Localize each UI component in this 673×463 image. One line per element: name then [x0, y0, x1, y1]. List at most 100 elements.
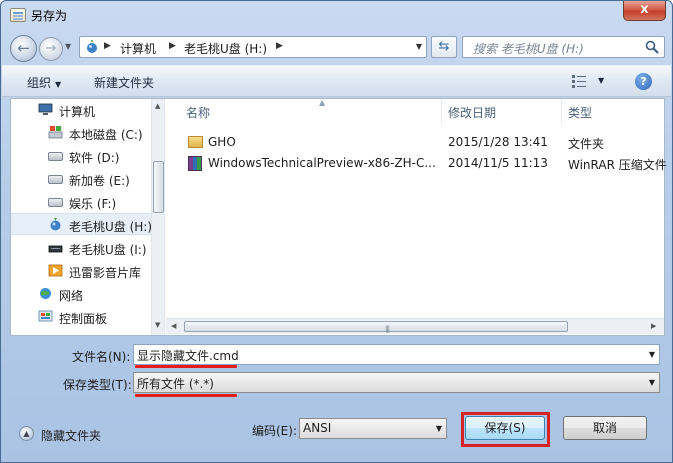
file-name: WindowsTechnicalPreview-x86-ZH-C...	[208, 156, 436, 170]
save-as-dialog: 另存为 x ← → ▼ ▶ 计算机 ▶ 老毛桃U盘 (H:) ▶ ▼ ⇆ 搜索 …	[0, 0, 673, 463]
winrar-archive-icon	[188, 156, 202, 171]
sidebar-item-control-panel[interactable]: 控制面板	[11, 306, 151, 328]
search-input[interactable]: 搜索 老毛桃U盘 (H:)	[462, 36, 665, 58]
sidebar-item-drive-h[interactable]: 老毛桃U盘 (H:)	[11, 213, 153, 235]
scroll-left-icon[interactable]: ◀	[171, 322, 176, 330]
media-library-icon	[48, 264, 63, 277]
chevron-down-icon: ▼	[648, 378, 655, 387]
network-icon	[40, 288, 51, 299]
file-row[interactable]: WindowsTechnicalPreview-x86-ZH-C... 2014…	[166, 153, 667, 174]
scrollbar-thumb[interactable]: |||	[184, 321, 568, 333]
file-name: GHO	[208, 135, 236, 149]
sidebar-item-drive-d[interactable]: 软件 (D:)	[11, 145, 151, 167]
title-bar: 另存为 x	[1, 1, 672, 29]
drive-icon	[48, 175, 63, 184]
highlight-underline	[135, 394, 237, 397]
file-list-scrollbar[interactable]: ◀ ||| ▶	[166, 318, 664, 334]
new-folder-button[interactable]: 新建文件夹	[94, 74, 154, 91]
folder-icon	[188, 136, 203, 148]
sidebar-item-drive-c[interactable]: 本地磁盘 (C:)	[11, 122, 151, 144]
highlight-underline	[135, 365, 237, 368]
sidebar-item-label: 控制面板	[59, 312, 108, 326]
filename-value: 显示隐藏文件.cmd	[137, 349, 239, 363]
filename-input[interactable]: 显示隐藏文件.cmd ▼	[133, 344, 660, 365]
chevron-down-icon: ▼	[435, 424, 442, 433]
scrollbar-thumb[interactable]	[153, 161, 164, 213]
address-bar[interactable]: ▶ 计算机 ▶ 老毛桃U盘 (H:) ▶ ▼	[79, 36, 427, 58]
encoding-select[interactable]: ANSI ▼	[299, 418, 447, 439]
usb-drive-icon	[48, 245, 63, 253]
sidebar-item-label: 计算机	[59, 105, 96, 119]
control-panel-icon	[38, 310, 53, 322]
sidebar-item-label: 迅雷影音片库	[69, 266, 142, 280]
chevron-down-icon: ▼	[55, 80, 62, 89]
file-date: 2015/1/28 13:41	[448, 135, 548, 149]
sidebar-item-label: 老毛桃U盘 (H:)	[69, 220, 153, 234]
column-header-date[interactable]: 修改日期	[442, 99, 562, 123]
sort-ascending-icon: ▲	[319, 98, 326, 107]
drive-icon	[48, 152, 63, 161]
filename-label: 文件名(N):	[72, 350, 131, 364]
notepad-icon	[10, 8, 26, 22]
save-button[interactable]: 保存(S)	[465, 416, 545, 440]
usb-drive-icon	[87, 40, 97, 53]
chevron-down-icon[interactable]: ▼	[598, 76, 604, 85]
breadcrumb-usb-drive[interactable]: 老毛桃U盘 (H:)	[184, 40, 267, 57]
scroll-down-icon[interactable]: ▼	[155, 321, 160, 329]
sidebar-item-drive-i[interactable]: 老毛桃U盘 (I:)	[11, 237, 151, 259]
drive-icon	[48, 198, 63, 207]
forward-arrow-icon: →	[45, 41, 57, 56]
file-row[interactable]: GHO 2015/1/28 13:41 文件夹	[166, 132, 664, 153]
breadcrumb-computer[interactable]: 计算机	[120, 40, 156, 57]
cancel-button[interactable]: 取消	[563, 416, 647, 440]
back-arrow-icon: ←	[17, 39, 30, 57]
search-placeholder: 搜索 老毛桃U盘 (H:)	[473, 42, 584, 56]
file-date: 2014/11/5 11:13	[448, 156, 548, 170]
filetype-value: 所有文件 (*.*)	[137, 377, 214, 391]
scroll-up-icon[interactable]: ▲	[155, 102, 160, 110]
recent-locations-dropdown-icon[interactable]: ▼	[65, 42, 71, 51]
file-type: 文件夹	[568, 137, 605, 151]
help-icon[interactable]: ?	[635, 73, 652, 90]
refresh-icon: ⇆	[438, 39, 450, 54]
hide-folders-label: 隐藏文件夹	[41, 429, 102, 443]
sidebar-item-label: 网络	[59, 289, 84, 303]
chevron-down-icon[interactable]: ▼	[416, 42, 422, 51]
chevron-right-icon[interactable]: ▶	[169, 41, 176, 51]
refresh-button[interactable]: ⇆	[431, 36, 457, 58]
computer-icon	[38, 103, 53, 115]
column-header-type[interactable]: 类型	[562, 99, 664, 123]
close-button[interactable]: x	[623, 1, 666, 21]
navigation-scrollbar[interactable]: ▲ ▼	[151, 99, 164, 335]
back-button[interactable]: ←	[10, 35, 37, 62]
command-bar: 组织 ▼ 新建文件夹 ▼ ?	[2, 65, 671, 97]
filetype-select[interactable]: 所有文件 (*.*) ▼	[133, 372, 660, 393]
view-options-icon[interactable]	[571, 74, 587, 88]
scroll-right-icon[interactable]: ▶	[651, 322, 656, 330]
sidebar-item-drive-f[interactable]: 娱乐 (F:)	[11, 191, 151, 213]
navigation-pane: 计算机 本地磁盘 (C:) 软件 (D:) 新加卷 (E:) 娱乐 (F:) 老…	[11, 99, 165, 335]
organize-label: 组织	[27, 76, 52, 90]
encoding-label: 编码(E):	[252, 424, 297, 438]
sidebar-item-computer[interactable]: 计算机	[11, 99, 151, 121]
chevron-down-icon[interactable]: ▼	[649, 350, 655, 359]
usb-drive-icon	[50, 218, 61, 231]
chevron-right-icon[interactable]: ▶	[104, 41, 111, 51]
file-type: WinRAR 压缩文件	[568, 158, 667, 172]
grip-icon: |||	[385, 325, 390, 333]
system-drive-icon	[48, 126, 63, 139]
filetype-label: 保存类型(T):	[63, 378, 132, 392]
encoding-value: ANSI	[303, 421, 332, 435]
sidebar-item-label: 娱乐 (F:)	[69, 197, 117, 211]
sidebar-item-label: 本地磁盘 (C:)	[69, 128, 143, 142]
sidebar-item-label: 老毛桃U盘 (I:)	[69, 243, 147, 257]
search-icon[interactable]	[645, 40, 659, 54]
sidebar-item-media-library[interactable]: 迅雷影音片库	[11, 260, 151, 282]
forward-button[interactable]: →	[39, 37, 63, 61]
sidebar-item-label: 软件 (D:)	[69, 151, 120, 165]
sidebar-item-drive-e[interactable]: 新加卷 (E:)	[11, 168, 151, 190]
chevron-right-icon[interactable]: ▶	[276, 41, 283, 51]
sidebar-item-network[interactable]: 网络	[11, 283, 151, 305]
organize-button[interactable]: 组织 ▼	[27, 74, 61, 91]
column-header-name[interactable]: 名称 ▲	[180, 98, 442, 123]
